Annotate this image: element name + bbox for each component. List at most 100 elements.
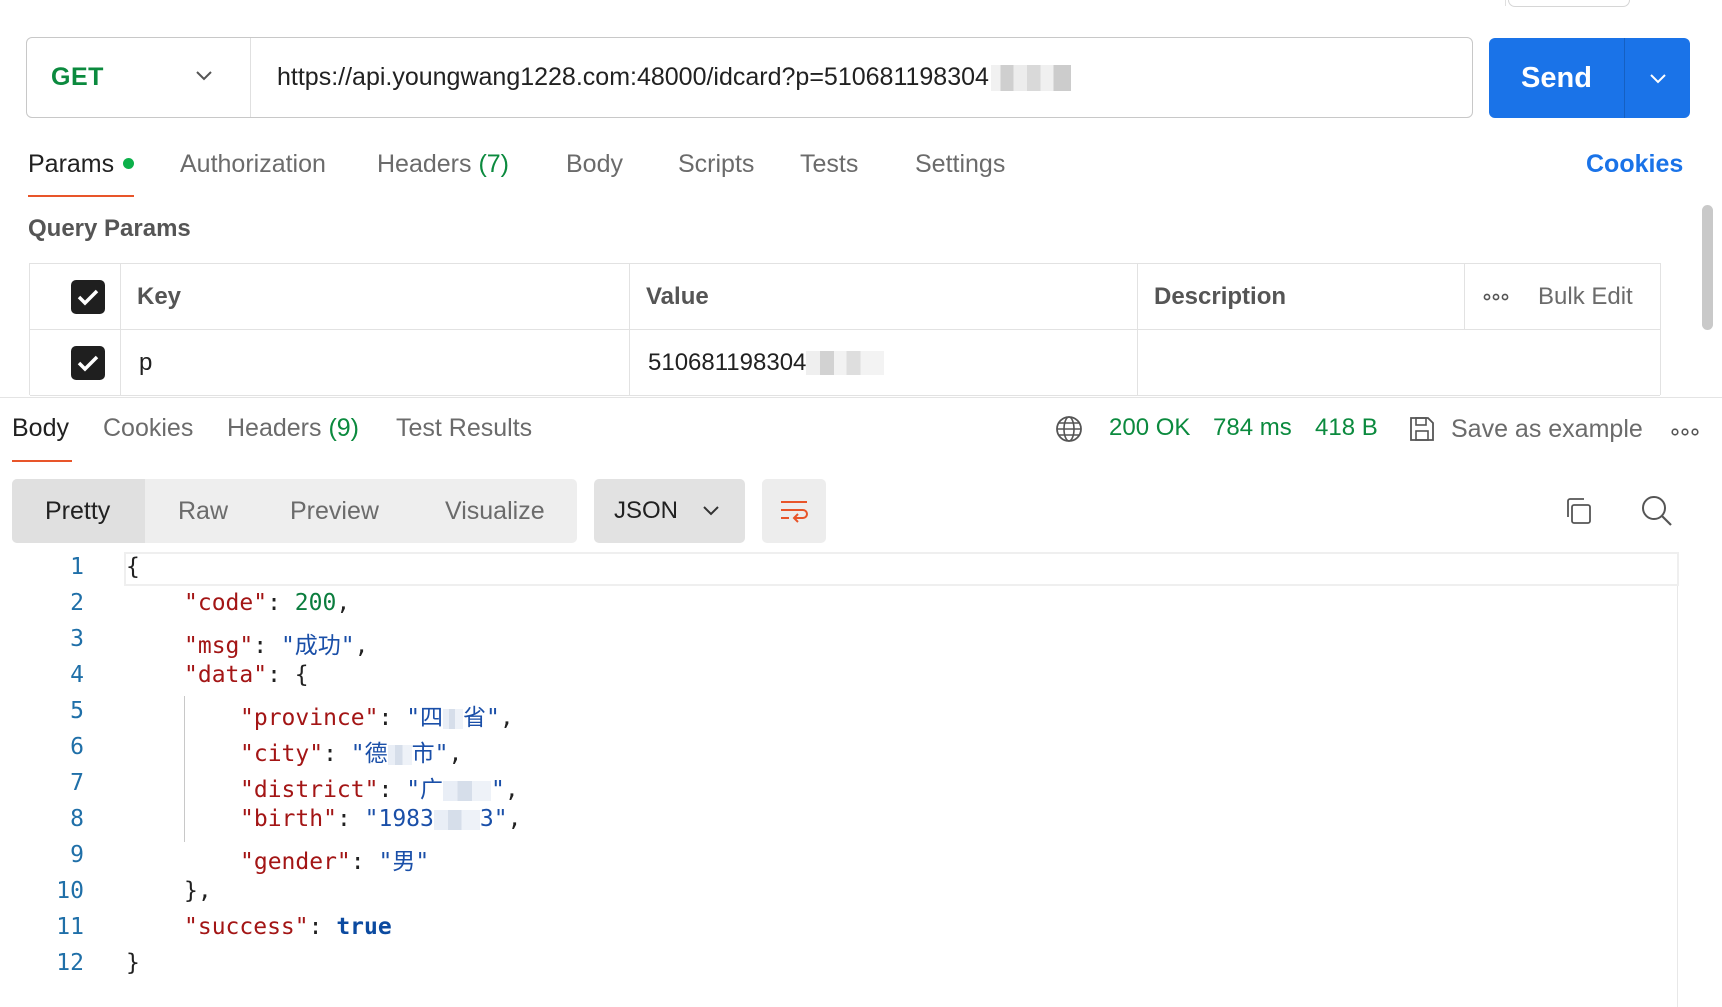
wrap-lines-button[interactable] <box>762 479 826 543</box>
more-horizontal-icon <box>1671 428 1699 436</box>
line-number: 2 <box>70 590 84 616</box>
code-line: "gender": "男" <box>240 849 430 875</box>
chevron-down-icon <box>703 506 719 516</box>
response-tab-test-results[interactable]: Test Results <box>396 414 532 443</box>
column-divider <box>120 264 121 329</box>
line-number: 1 <box>70 554 84 580</box>
json-key: "code" <box>184 590 268 616</box>
tab-params[interactable]: Params <box>28 150 135 179</box>
line-number: 6 <box>70 734 84 760</box>
code-line: "district": "广 ", <box>240 777 519 803</box>
table-header-row: Key Value Description Bulk Edit <box>30 264 1660 330</box>
line-number: 9 <box>70 842 84 868</box>
redacted-block <box>433 809 480 830</box>
chevron-down-icon <box>196 71 212 81</box>
json-brace: } <box>126 950 140 976</box>
view-mode-raw[interactable]: Raw <box>178 497 228 526</box>
row-checkbox-cell <box>71 330 105 395</box>
json-boolean: true <box>336 914 392 940</box>
json-string: 3" <box>479 806 508 832</box>
code-line: } <box>126 950 140 976</box>
tab-authorization[interactable]: Authorization <box>180 150 326 179</box>
line-number: 10 <box>56 878 84 904</box>
tab-headers-label: Headers <box>377 150 472 178</box>
line-number: 5 <box>70 698 84 724</box>
params-active-dot <box>123 157 135 169</box>
json-key: "success" <box>184 914 309 940</box>
response-body-editor[interactable]: 1 2 3 4 5 6 7 8 9 10 11 12 { "code": 200… <box>0 552 1722 1007</box>
url-input[interactable]: https://api.youngwang1228.com:48000/idca… <box>251 63 1071 92</box>
format-select[interactable]: JSON <box>594 479 745 543</box>
status-code[interactable]: 200 OK <box>1109 414 1190 442</box>
redacted-block <box>806 350 885 375</box>
save-as-example-label: Save as example <box>1451 414 1643 443</box>
json-brace: }, <box>184 878 212 904</box>
line-number: 3 <box>70 626 84 652</box>
column-header-key: Key <box>137 282 182 310</box>
save-as-example-button[interactable]: Save as example <box>1407 414 1643 444</box>
code-line: "msg": "成功", <box>184 633 369 659</box>
send-button[interactable]: Send <box>1489 38 1625 118</box>
code-line: "province": "四 省", <box>240 705 514 731</box>
json-key: "city" <box>240 741 324 767</box>
param-enabled-checkbox[interactable] <box>71 345 105 380</box>
tab-body[interactable]: Body <box>566 150 623 179</box>
view-mode-preview[interactable]: Preview <box>290 497 379 526</box>
json-string: "男" <box>378 849 430 875</box>
line-number: 12 <box>56 950 84 976</box>
line-number: 7 <box>70 770 84 796</box>
param-value-cell[interactable]: 510681198304 <box>648 330 885 395</box>
view-mode-pretty[interactable]: Pretty <box>45 497 110 526</box>
line-number: 4 <box>70 662 84 688</box>
response-divider[interactable] <box>0 397 1722 398</box>
column-divider <box>629 330 630 395</box>
json-key: "data" <box>184 662 268 688</box>
redacted-block <box>443 780 492 801</box>
json-string: " <box>491 777 505 803</box>
request-scrollbar[interactable] <box>1702 205 1713 330</box>
json-key: "district" <box>240 777 379 803</box>
param-key-cell[interactable]: p <box>139 330 152 395</box>
tab-scripts[interactable]: Scripts <box>678 150 754 179</box>
column-divider <box>1464 264 1465 329</box>
response-time[interactable]: 784 ms <box>1213 414 1292 442</box>
json-string: "德 <box>350 741 388 767</box>
send-options-button[interactable] <box>1625 38 1690 118</box>
active-tab-underline <box>28 195 134 197</box>
json-string: "广 <box>406 777 444 803</box>
tab-settings[interactable]: Settings <box>915 150 1005 179</box>
code-line: }, <box>184 878 212 904</box>
view-mode-segmented-control: Pretty Raw Preview Visualize <box>12 479 577 543</box>
globe-icon <box>1056 416 1082 442</box>
current-line-highlight <box>124 552 1679 586</box>
response-size[interactable]: 418 B <box>1315 414 1378 442</box>
response-tab-headers[interactable]: Headers (9) <box>227 414 359 443</box>
response-tab-headers-label: Headers <box>227 414 322 442</box>
method-select[interactable]: GET <box>27 38 251 117</box>
json-key: "gender" <box>240 849 351 875</box>
response-tab-body[interactable]: Body <box>12 414 69 443</box>
top-partial-control <box>1508 0 1630 7</box>
search-button[interactable] <box>1637 491 1677 531</box>
bulk-edit-button[interactable]: Bulk Edit <box>1538 264 1633 329</box>
redacted-block <box>443 708 464 729</box>
more-horizontal-icon <box>1483 293 1509 300</box>
network-info-button[interactable] <box>1054 414 1084 449</box>
active-response-tab-underline <box>12 460 72 462</box>
method-label: GET <box>51 63 104 91</box>
column-header-value: Value <box>646 282 709 310</box>
cookies-link[interactable]: Cookies <box>1586 150 1683 179</box>
copy-button[interactable] <box>1558 491 1598 531</box>
indent-guide <box>184 696 185 842</box>
select-all-checkbox[interactable] <box>71 279 105 314</box>
param-value-text: 510681198304 <box>648 348 807 376</box>
json-key: "birth" <box>240 806 337 832</box>
more-options-button[interactable] <box>1483 264 1509 329</box>
tab-headers[interactable]: Headers (7) <box>377 150 509 179</box>
code-line: "city": "德 市", <box>240 741 463 767</box>
response-tab-cookies[interactable]: Cookies <box>103 414 193 443</box>
url-text: https://api.youngwang1228.com:48000/idca… <box>277 63 989 91</box>
view-mode-visualize[interactable]: Visualize <box>445 497 545 526</box>
tab-tests[interactable]: Tests <box>800 150 858 179</box>
response-more-button[interactable] <box>1671 424 1699 442</box>
